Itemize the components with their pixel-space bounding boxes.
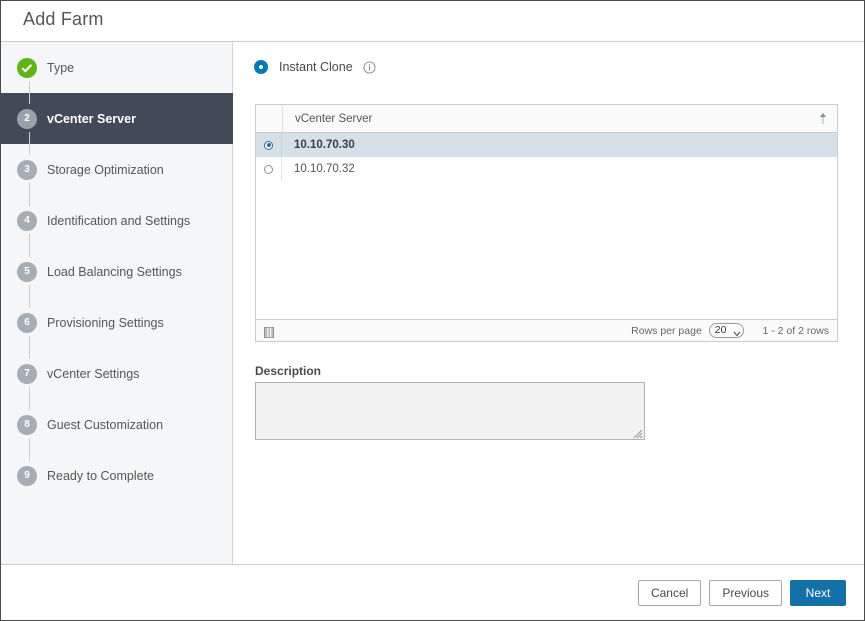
sort-ascending-arrow-icon[interactable] [819, 112, 827, 125]
wizard-step-sidebar: Type 2 vCenter Server 3 Storage Optimization… [1, 42, 233, 564]
table-footer: Rows per page 20 1 - 2 of 2 rows [256, 319, 837, 341]
step-connector-line [29, 285, 30, 308]
rows-per-page-select[interactable]: 20 [708, 323, 745, 338]
table-row[interactable]: 10.10.70.32 [256, 157, 837, 181]
table-row-radio-cell[interactable] [256, 133, 282, 157]
description-label: Description [255, 364, 322, 378]
resize-handle-icon[interactable] [631, 426, 643, 439]
step-connector-line [29, 438, 30, 461]
window-header: Add Farm [1, 1, 864, 42]
instant-clone-label: Instant Clone [279, 60, 353, 74]
sidebar-step-5[interactable]: 5 Load Balancing Settings [1, 234, 232, 297]
sidebar-step-label: Storage Optimization [47, 162, 164, 177]
sidebar-step-label: Provisioning Settings [47, 315, 164, 330]
sidebar-step-2[interactable]: 2 vCenter Server [1, 81, 233, 144]
step-connector-line [29, 336, 30, 359]
chevron-down-icon [733, 328, 741, 336]
sidebar-step-4[interactable]: 4 Identification and Settings [1, 183, 232, 246]
table-row-radio-cell[interactable] [256, 157, 282, 181]
column-picker-icon[interactable] [264, 325, 274, 338]
step-connector-line [29, 183, 30, 206]
description-textarea[interactable] [255, 382, 645, 440]
wizard-step-list: Type 2 vCenter Server 3 Storage Optimization… [1, 42, 233, 501]
instant-clone-radio[interactable] [255, 61, 267, 73]
rows-per-page-label: Rows per page [631, 324, 702, 337]
step-number-badge: 9 [17, 465, 37, 486]
step-number-badge: 7 [17, 363, 37, 384]
rows-per-page-value: 20 [714, 324, 727, 336]
sidebar-step-9[interactable]: 9 Ready to Complete [1, 438, 232, 501]
sidebar-step-7[interactable]: 7 vCenter Settings [1, 336, 232, 399]
sidebar-step-label: Load Balancing Settings [47, 264, 182, 279]
table-row-radio[interactable] [264, 164, 273, 174]
sidebar-step-label: Guest Customization [47, 417, 164, 432]
wizard-footer-buttons: Cancel Previous Next [637, 580, 846, 606]
next-button[interactable]: Next [790, 580, 846, 606]
step-number-badge: 8 [17, 414, 37, 435]
previous-button[interactable]: Previous [709, 580, 782, 606]
step-connector-line [29, 234, 30, 257]
sidebar-step-6[interactable]: 6 Provisioning Settings [1, 285, 232, 348]
info-circle-icon[interactable] [363, 60, 376, 74]
sidebar-step-label: Type [47, 60, 75, 75]
sidebar-step-label: vCenter Server [47, 111, 136, 126]
step-connector-line [29, 387, 30, 410]
table-row-radio[interactable] [264, 140, 273, 150]
table-cell-vcenter-server: 10.10.70.32 [294, 163, 355, 175]
sidebar-step-label: vCenter Settings [47, 366, 140, 381]
add-farm-wizard-window: Add Farm Type 2 vCenter Server 3 Storage Opt… [0, 0, 865, 621]
step-number-badge: 6 [17, 312, 37, 333]
sidebar-step-label: Identification and Settings [47, 213, 191, 228]
step-number-badge: 5 [17, 261, 37, 282]
sidebar-step-3[interactable]: 3 Storage Optimization [1, 132, 232, 195]
table-body: 10.10.70.30 10.10.70.32 [256, 133, 837, 319]
sidebar-step-label: Ready to Complete [47, 468, 155, 483]
instant-clone-option[interactable]: Instant Clone [255, 60, 376, 74]
table-header-row: vCenter Server [256, 105, 837, 133]
wizard-footer: Cancel Previous Next [1, 564, 864, 620]
wizard-content-pane: Instant Clone vCenter Server 10.10.70.30… [234, 42, 864, 564]
page-title: Add Farm [23, 9, 104, 29]
rows-range-text: 1 - 2 of 2 rows [762, 324, 829, 337]
table-header-vcenter-server[interactable]: vCenter Server [283, 113, 837, 125]
step-complete-check-icon [17, 57, 37, 78]
vcenter-server-table: vCenter Server 10.10.70.30 10.10.70.32 R… [255, 104, 838, 342]
step-number-badge: 3 [17, 159, 37, 180]
table-header-radio-col [256, 105, 283, 132]
table-row[interactable]: 10.10.70.30 [256, 133, 837, 157]
step-number-badge: 4 [17, 210, 37, 231]
sidebar-step-8[interactable]: 8 Guest Customization [1, 387, 232, 450]
table-cell-vcenter-server: 10.10.70.30 [294, 139, 355, 151]
step-number-badge: 2 [17, 108, 37, 129]
sidebar-step-1[interactable]: Type [1, 42, 232, 93]
cancel-button[interactable]: Cancel [637, 580, 702, 606]
step-connector-line [29, 81, 30, 104]
step-connector-line [29, 132, 30, 155]
